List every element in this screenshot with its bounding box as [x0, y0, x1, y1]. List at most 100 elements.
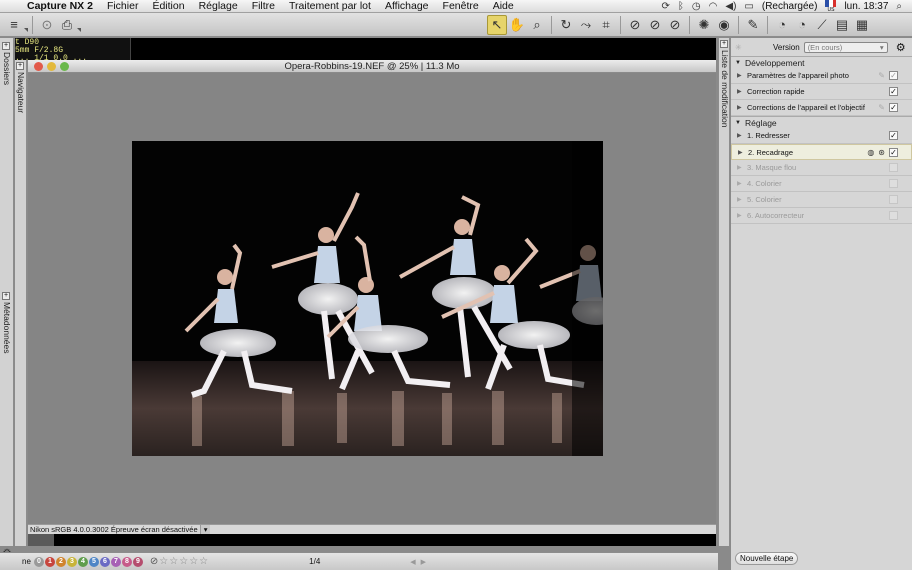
step-checkbox[interactable]: ✓	[889, 131, 898, 140]
star-icon[interactable]: ☆	[179, 556, 188, 567]
menu-filtre[interactable]: Filtre	[245, 0, 282, 13]
zoom-tool-icon[interactable]: ⌕	[527, 15, 547, 35]
step-redresser[interactable]: ▶ 1. Redresser ✓	[731, 128, 912, 144]
collapse-triangle-icon[interactable]: ▼	[735, 120, 745, 126]
expand-triangle-icon[interactable]: ▶	[737, 104, 747, 111]
star-icon[interactable]: ☆	[199, 556, 208, 567]
edit-list-expand-icon[interactable]: +	[720, 40, 728, 48]
menu-traitement-par-lot[interactable]: Traitement par lot	[282, 0, 378, 13]
menu-aide[interactable]: Aide	[486, 0, 521, 13]
star-icon[interactable]: ☆	[189, 556, 198, 567]
image-window-titlebar[interactable]: Opera-Robbins-19.NEF @ 25% | 11.3 Mo	[28, 60, 716, 73]
color-label-9[interactable]: 9	[132, 556, 143, 567]
step-camera-lens-corrections[interactable]: ▶ Corrections de l'appareil et l'objecti…	[731, 100, 912, 116]
color-label-0[interactable]: 0	[33, 556, 44, 567]
color-label-1[interactable]: 1	[44, 556, 55, 567]
battery-icon[interactable]: ▭	[744, 1, 753, 12]
wifi-icon[interactable]: ◠	[709, 1, 718, 12]
input-menu[interactable]: US	[825, 0, 837, 13]
crop-tool-icon[interactable]: ⌗	[596, 15, 616, 35]
color-label-2[interactable]: 2	[55, 556, 66, 567]
expand-triangle-icon[interactable]: ▶	[737, 212, 747, 219]
step-checkbox[interactable]: ✓	[889, 71, 898, 80]
navigator-expand-icon[interactable]: +	[16, 62, 24, 70]
menu-fenetre[interactable]: Fenêtre	[436, 0, 486, 13]
camera-transfer-icon[interactable]: ⊙	[37, 15, 57, 35]
red-eye-tool-icon[interactable]: ✺	[694, 15, 714, 35]
filmstrip-thumb[interactable]	[28, 534, 54, 546]
color-control-point-icon[interactable]: ◉	[714, 15, 734, 35]
step-checkbox[interactable]: ✓	[889, 87, 898, 96]
menu-edition[interactable]: Édition	[145, 0, 191, 13]
star-icon[interactable]: ☆	[159, 556, 168, 567]
color-label-8[interactable]: 8	[121, 556, 132, 567]
bluetooth-icon[interactable]: ᛒ	[678, 1, 684, 12]
step-colorier-5[interactable]: ▶ 5. Colorier	[731, 192, 912, 208]
app-menu[interactable]: Capture NX 2	[20, 0, 100, 13]
neutral-control-point-icon[interactable]: ⊘	[645, 15, 665, 35]
expand-triangle-icon[interactable]: ▶	[737, 196, 747, 203]
opacity-icon[interactable]: ◍	[867, 148, 874, 157]
expand-triangle-icon[interactable]: ▶	[737, 88, 747, 95]
expand-triangle-icon[interactable]: ▶	[737, 132, 747, 139]
section-reglage[interactable]: ▼ Réglage	[731, 116, 912, 128]
zoom-window-button[interactable]	[60, 62, 69, 71]
next-image-button[interactable]: ▶	[421, 558, 426, 566]
gear-icon[interactable]: ⚙	[896, 41, 906, 54]
selection-control-point-icon[interactable]: ◔	[772, 15, 792, 35]
black-control-point-icon[interactable]: ⊘	[625, 15, 645, 35]
menu-reglage[interactable]: Réglage	[192, 0, 245, 13]
sync-icon[interactable]: ⟳	[662, 1, 670, 12]
spotlight-icon[interactable]: ⌕	[896, 1, 902, 12]
clock[interactable]: lun. 18:37	[844, 1, 888, 12]
star-icon[interactable]: ☆	[169, 556, 178, 567]
blend-icon[interactable]: ⊛	[878, 148, 885, 157]
browser-menu-arrow[interactable]	[24, 27, 28, 32]
step-checkbox[interactable]	[889, 211, 898, 220]
tab-navigateur[interactable]: Navigateur	[16, 72, 26, 113]
export-menu-arrow[interactable]	[77, 27, 81, 32]
version-select[interactable]: (En cours) ▾	[803, 41, 888, 53]
prev-image-button[interactable]: ◀	[410, 558, 415, 566]
auto-retouch-brush-icon[interactable]: ✎	[743, 15, 763, 35]
selection-control-point-plus-icon[interactable]: ◔	[792, 15, 812, 35]
step-checkbox[interactable]: ✓	[889, 103, 898, 112]
step-colorier-4[interactable]: ▶ 4. Colorier	[731, 176, 912, 192]
tab-dossiers[interactable]: Dossiers	[2, 52, 12, 85]
step-checkbox[interactable]	[889, 195, 898, 204]
edit-pen-icon[interactable]: ✎	[878, 71, 885, 80]
hand-tool-icon[interactable]: ✋	[507, 15, 527, 35]
step-camera-settings[interactable]: ▶ Paramètres de l'appareil photo ✎ ✓	[731, 68, 912, 84]
color-label-6[interactable]: 6	[99, 556, 110, 567]
volume-icon[interactable]: ◀)	[725, 1, 736, 12]
white-control-point-icon[interactable]: ⊘	[665, 15, 685, 35]
panel-settings-icon[interactable]: ✳	[735, 43, 763, 52]
step-masque-flou[interactable]: ▶ 3. Masque flou	[731, 160, 912, 176]
direct-select-tool-icon[interactable]: ↖	[487, 14, 507, 35]
photo-canvas[interactable]	[132, 141, 603, 456]
tab-liste-de-modification[interactable]: Liste de modification	[720, 50, 730, 128]
browser-toggle-icon[interactable]: ≡	[4, 15, 24, 35]
new-step-button[interactable]: Nouvelle étape	[735, 552, 799, 565]
selection-brush-icon[interactable]: ⟋	[812, 15, 832, 35]
tab-metadonnees[interactable]: Métadonnées	[2, 302, 12, 354]
color-label-3[interactable]: 3	[66, 556, 77, 567]
metadata-expand-icon[interactable]: +	[2, 292, 10, 300]
expand-triangle-icon[interactable]: ▶	[737, 164, 747, 171]
print-export-icon[interactable]: ⎙	[57, 15, 77, 35]
menu-affichage[interactable]: Affichage	[378, 0, 436, 13]
rotate-tool-icon[interactable]: ↻	[556, 15, 576, 35]
expand-triangle-icon[interactable]: ▶	[737, 72, 747, 79]
expand-triangle-icon[interactable]: ▶	[737, 180, 747, 187]
color-label-5[interactable]: 5	[88, 556, 99, 567]
time-machine-icon[interactable]: ◷	[692, 1, 701, 12]
section-developpement[interactable]: ▼ Développement	[731, 56, 912, 68]
color-label-4[interactable]: 4	[77, 556, 88, 567]
step-recadrage[interactable]: ▶ 2. Recadrage ◍ ⊛ ✓	[731, 144, 912, 160]
step-checkbox[interactable]	[889, 179, 898, 188]
fill-remove-tool-icon[interactable]: ▦	[852, 15, 872, 35]
folders-expand-icon[interactable]: +	[2, 42, 10, 50]
menu-fichier[interactable]: Fichier	[100, 0, 146, 13]
straighten-tool-icon[interactable]: ⤳	[576, 15, 596, 35]
step-checkbox[interactable]	[889, 163, 898, 172]
